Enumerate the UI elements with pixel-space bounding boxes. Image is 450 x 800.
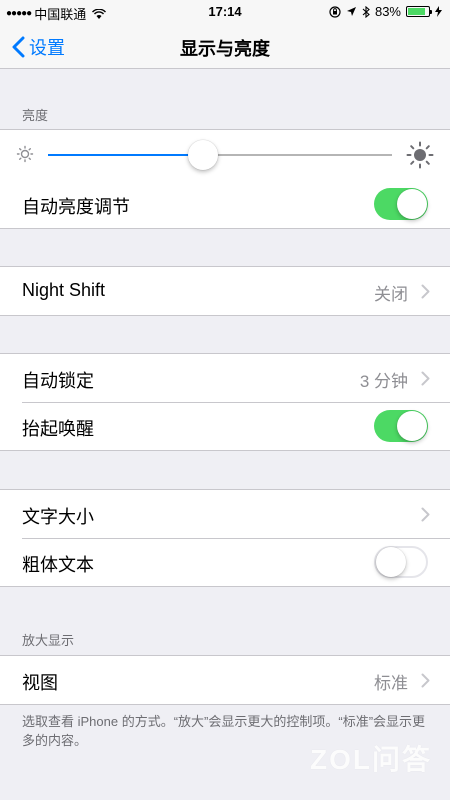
text-size-row[interactable]: 文字大小: [0, 490, 450, 538]
navigation-bar: 设置 显示与亮度: [0, 24, 450, 69]
zoom-view-row[interactable]: 视图 标准: [0, 656, 450, 704]
sun-large-icon: [406, 141, 434, 169]
auto-lock-value: 3 分钟: [359, 372, 408, 391]
status-bar: ●●●●● 中国联通 17:14 83%: [0, 0, 450, 24]
brightness-slider-row: [0, 130, 450, 180]
bold-text-label: 粗体文本: [22, 555, 94, 575]
raise-to-wake-row: 抬起唤醒: [0, 402, 450, 450]
auto-lock-label: 自动锁定: [22, 371, 94, 391]
night-shift-label: Night Shift: [22, 280, 106, 300]
night-shift-row[interactable]: Night Shift 关闭: [0, 267, 450, 315]
raise-to-wake-label: 抬起唤醒: [22, 419, 94, 439]
battery-percent: 83%: [374, 4, 401, 19]
toggle-knob: [376, 547, 406, 577]
brightness-slider-fill: [48, 154, 203, 156]
auto-brightness-toggle[interactable]: [374, 188, 428, 220]
zoom-group: 视图 标准: [0, 655, 450, 705]
battery-icon: [406, 6, 432, 17]
zoom-header: 放大显示: [22, 633, 75, 648]
chevron-right-icon: [421, 371, 430, 386]
status-right: 83%: [329, 4, 442, 19]
auto-brightness-row: 自动亮度调节: [0, 180, 450, 228]
toggle-knob: [397, 189, 427, 219]
page-title: 显示与亮度: [180, 39, 270, 59]
chevron-right-icon: [421, 507, 430, 522]
night-shift-group: Night Shift 关闭: [0, 266, 450, 316]
charging-icon: [435, 6, 442, 17]
brightness-header: 亮度: [22, 108, 49, 123]
location-icon: [346, 7, 356, 16]
brightness-group: 自动亮度调节: [0, 129, 450, 229]
watermark-logo: ZOL问答: [310, 744, 432, 775]
lock-group: 自动锁定 3 分钟 抬起唤醒: [0, 353, 450, 451]
bluetooth-icon: [362, 5, 370, 18]
chevron-right-icon: [421, 284, 430, 299]
auto-brightness-label: 自动亮度调节: [22, 197, 130, 217]
brightness-slider[interactable]: [48, 140, 392, 170]
toggle-knob: [397, 411, 427, 441]
text-size-label: 文字大小: [22, 507, 94, 527]
bold-text-toggle[interactable]: [374, 546, 428, 578]
night-shift-value: 关闭: [374, 285, 408, 304]
auto-lock-row[interactable]: 自动锁定 3 分钟: [0, 354, 450, 402]
chevron-right-icon: [421, 673, 430, 688]
brightness-slider-thumb[interactable]: [187, 140, 218, 170]
zoom-view-value: 标准: [374, 674, 408, 693]
zoom-view-label: 视图: [22, 673, 58, 693]
orientation-lock-icon: [329, 5, 341, 18]
sun-small-icon: [16, 145, 34, 163]
battery-fill: [408, 8, 425, 15]
raise-to-wake-toggle[interactable]: [374, 410, 428, 442]
text-group: 文字大小 粗体文本: [0, 489, 450, 587]
bold-text-row: 粗体文本: [0, 538, 450, 586]
